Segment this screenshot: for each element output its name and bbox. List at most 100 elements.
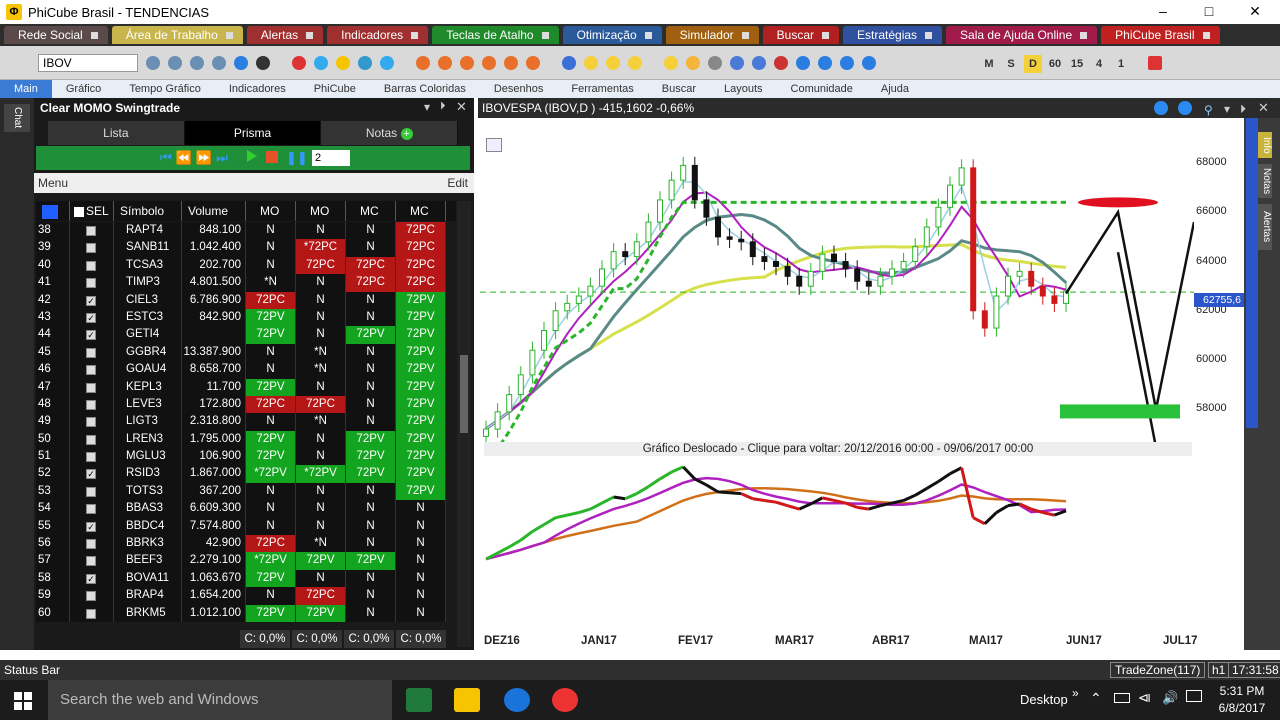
ribbon-tab[interactable]: PhiCube	[300, 80, 370, 98]
back-icon[interactable]	[1154, 101, 1168, 115]
tab-notas[interactable]: Notas +	[321, 121, 459, 145]
wifi-icon[interactable]: ⧏	[1138, 690, 1151, 706]
select-cell[interactable]	[70, 395, 114, 414]
cursor-icon[interactable]	[664, 56, 678, 70]
table-row[interactable]: 40 TCSA3 202.700 N 72PC 72PC 72PC	[36, 256, 456, 275]
select-cell[interactable]	[70, 343, 114, 362]
taskbar-time[interactable]: 5:31 PM	[1216, 684, 1268, 698]
period-button[interactable]: M	[980, 55, 998, 73]
select-cell[interactable]: ✓	[70, 291, 114, 309]
volume-icon[interactable]: 🔊	[1162, 690, 1178, 706]
ribbon-tab[interactable]: Comunidade	[777, 80, 867, 98]
template-icon[interactable]	[336, 56, 350, 70]
table-row[interactable]: 46 GOAU4 8.658.700 N *N N 72PV	[36, 361, 456, 379]
table-row[interactable]: 57 BEEF3 2.279.100 *72PV 72PV 72PV N	[36, 552, 456, 570]
circle-tool-icon[interactable]	[504, 56, 518, 70]
table-row[interactable]: 52 ✓ RSID3 1.867.000 *72PV *72PV 72PV 72PV	[36, 465, 456, 483]
circle-tool-icon[interactable]	[526, 56, 540, 70]
select-checkbox[interactable]	[86, 486, 96, 497]
mo1-column-header[interactable]: MO	[246, 201, 296, 221]
refresh-icon[interactable]	[168, 56, 182, 70]
ribbon-tab[interactable]: Desenhos	[480, 80, 558, 98]
ribbon-tab[interactable]: Layouts	[710, 80, 777, 98]
play-icon[interactable]	[246, 149, 258, 163]
select-cell[interactable]	[70, 587, 114, 605]
chrome-icon[interactable]	[552, 688, 578, 712]
table-row[interactable]: 47 KEPL3 11.700 72PV N N 72PV	[36, 378, 456, 396]
arrow-icon[interactable]	[840, 56, 854, 70]
select-cell[interactable]	[70, 535, 114, 553]
select-checkbox[interactable]: ✓	[86, 469, 96, 480]
select-checkbox[interactable]	[86, 243, 96, 254]
select-checkbox[interactable]	[86, 591, 96, 602]
battery-icon[interactable]	[1114, 693, 1130, 703]
info-icon[interactable]	[234, 56, 248, 70]
menu-tab[interactable]: Indicadores	[327, 26, 429, 44]
bulb-icon[interactable]	[584, 56, 598, 70]
freeze-icon[interactable]	[380, 56, 394, 70]
trendline-icon[interactable]	[818, 56, 832, 70]
tab-lista[interactable]: Lista	[48, 121, 185, 145]
forward-icon[interactable]	[1178, 101, 1192, 115]
zoom-icon[interactable]: ⚲	[1204, 100, 1213, 120]
oscillator-chart[interactable]	[480, 458, 1194, 632]
color-column-header[interactable]	[36, 201, 70, 221]
chart-dropdown-icon[interactable]: ▾	[1224, 99, 1230, 119]
windows-start-icon[interactable]	[14, 692, 32, 710]
measure-icon[interactable]	[708, 56, 722, 70]
delete-icon[interactable]	[292, 56, 306, 70]
ribbon-tab[interactable]: Ferramentas	[557, 80, 647, 98]
ribbon-tab[interactable]: Main	[0, 80, 52, 98]
period-button[interactable]: 1	[1112, 55, 1130, 73]
mc1-column-header[interactable]: MC	[346, 201, 396, 221]
period-button[interactable]: S	[1002, 55, 1020, 73]
excel-icon[interactable]	[406, 688, 432, 712]
table-row[interactable]: 55 ✓ BBDC4 7.574.800 N N N N	[36, 517, 456, 536]
select-checkbox[interactable]	[86, 365, 96, 376]
mc2-column-header[interactable]: MC	[396, 201, 446, 221]
select-checkbox[interactable]: ✓	[86, 521, 96, 532]
sel-column-header[interactable]: SEL	[70, 201, 114, 221]
period-button[interactable]: D	[1024, 55, 1042, 73]
select-cell[interactable]	[70, 239, 114, 257]
side-tab-info[interactable]: Info	[1258, 132, 1272, 158]
circle-tool-icon[interactable]	[460, 56, 474, 70]
taskbar-date[interactable]: 6/8/2017	[1214, 701, 1270, 715]
taskbar-search-input[interactable]: Search the web and Windows	[48, 680, 392, 720]
menu-tab[interactable]: Alertas	[246, 26, 324, 44]
remove-icon[interactable]	[1148, 56, 1162, 70]
ribbon-tab[interactable]: Barras Coloridas	[370, 80, 480, 98]
table-row[interactable]: 56 BBRK3 42.900 72PC *N N N	[36, 535, 456, 553]
select-cell[interactable]: ✓	[70, 569, 114, 588]
select-checkbox[interactable]	[86, 434, 96, 445]
side-tab-notas[interactable]: Notas	[1258, 164, 1272, 198]
panel-dropdown-icon[interactable]: ▾	[424, 100, 430, 114]
period-button[interactable]: 4	[1090, 55, 1108, 73]
menu-tab[interactable]: Área de Trabalho	[111, 26, 243, 44]
select-cell[interactable]	[70, 256, 114, 275]
mo2-column-header[interactable]: MO	[296, 201, 346, 221]
scale-bar[interactable]	[1246, 118, 1258, 428]
table-row[interactable]: 45 GGBR4 13.387.900 N *N N 72PV	[36, 343, 456, 362]
table-row[interactable]: 41 TIMP3 4.801.500 *N N 72PC 72PC	[36, 274, 456, 292]
select-checkbox[interactable]	[86, 556, 96, 567]
select-cell[interactable]	[70, 482, 114, 501]
hline-icon[interactable]	[862, 56, 876, 70]
side-tab-alertas[interactable]: Alertas	[1258, 204, 1272, 250]
pause-icon[interactable]: ❚❚	[286, 150, 308, 166]
close-button[interactable]: ✕	[1232, 0, 1278, 24]
menu-tab[interactable]: Estratégias	[843, 26, 943, 44]
menu-label[interactable]: Menu	[38, 176, 68, 190]
minimize-button[interactable]: –	[1140, 0, 1186, 24]
phicube-icon[interactable]	[454, 688, 480, 712]
navigation-icons[interactable]: ⏮⏪⏩⏭	[160, 150, 232, 166]
select-cell[interactable]: ✓	[70, 308, 114, 327]
select-checkbox[interactable]	[86, 226, 96, 236]
price-chart[interactable]	[480, 118, 1194, 442]
draw-icon[interactable]	[146, 56, 160, 70]
circle-tool-icon[interactable]	[482, 56, 496, 70]
table-row[interactable]: 50 LREN3 1.795.000 72PV N 72PV 72PV	[36, 430, 456, 449]
volume-column-header[interactable]: Volume	[182, 201, 246, 221]
scrollbar-thumb[interactable]	[460, 355, 468, 433]
select-cell[interactable]	[70, 552, 114, 570]
